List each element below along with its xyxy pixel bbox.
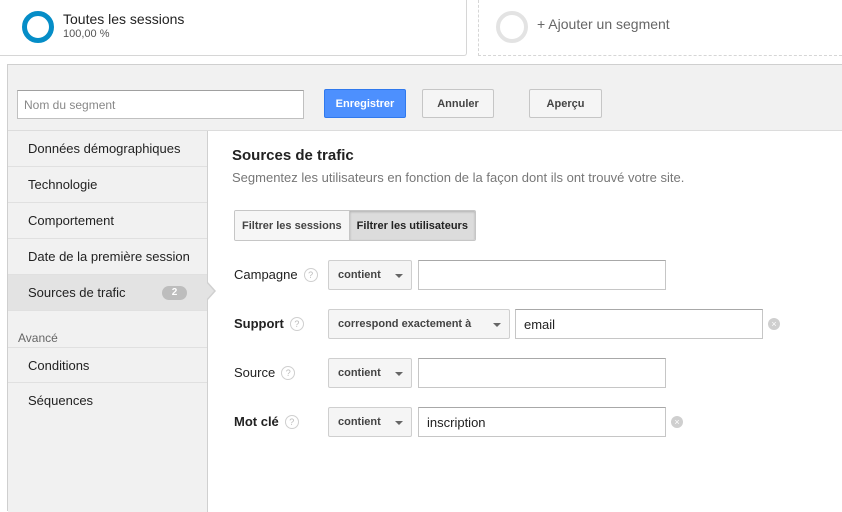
help-icon[interactable]: ? bbox=[289, 316, 304, 331]
sidebar-item-traffic-sources[interactable]: Sources de trafic 2 bbox=[8, 275, 207, 311]
sidebar-item-technology[interactable]: Technologie bbox=[8, 167, 207, 203]
help-icon[interactable]: ? bbox=[281, 365, 296, 380]
sidebar-item-conditions[interactable]: Conditions bbox=[8, 347, 207, 383]
sidebar-item-label: Technologie bbox=[28, 177, 98, 192]
condition-label-text: Source bbox=[234, 365, 276, 380]
condition-count-badge: 2 bbox=[162, 286, 187, 300]
condition-row-medium: Support? correspond exactement à × bbox=[208, 309, 842, 339]
operator-value: contient bbox=[338, 269, 381, 281]
condition-row-source: Source? contient bbox=[208, 358, 842, 388]
chevron-down-icon bbox=[493, 323, 501, 327]
segment-editor: Enregistrer Annuler Aperçu Données démog… bbox=[7, 64, 842, 512]
condition-label-text: Campagne bbox=[234, 267, 298, 282]
segment-name-input[interactable] bbox=[17, 90, 304, 119]
help-icon[interactable]: ? bbox=[303, 267, 318, 282]
sidebar-section-advanced: Avancé bbox=[18, 331, 58, 345]
chevron-down-icon bbox=[395, 372, 403, 376]
sidebar-item-label: Séquences bbox=[28, 393, 94, 408]
add-segment-slot[interactable]: + Ajouter un segment bbox=[478, 0, 842, 56]
editor-toolbar: Enregistrer Annuler Aperçu bbox=[8, 65, 842, 131]
empty-segment-ring-icon bbox=[496, 11, 528, 43]
condition-label-text: Support bbox=[234, 316, 284, 331]
condition-value-input[interactable] bbox=[515, 309, 763, 339]
preview-button[interactable]: Aperçu bbox=[529, 89, 602, 118]
condition-row-keyword: Mot clé? contient × bbox=[208, 407, 842, 437]
operator-dropdown[interactable]: contient bbox=[328, 260, 412, 290]
chevron-down-icon bbox=[395, 421, 403, 425]
condition-row-campaign: Campagne? contient bbox=[208, 260, 842, 290]
condition-value-input[interactable] bbox=[418, 358, 666, 388]
clear-icon[interactable]: × bbox=[768, 318, 780, 330]
operator-value: contient bbox=[338, 416, 381, 428]
filter-toggle: Filtrer les sessions Filtrer les utilisa… bbox=[234, 210, 476, 241]
sidebar-item-label: Données démographiques bbox=[28, 141, 181, 156]
sidebar-nav: Données démographiques Technologie Compo… bbox=[8, 131, 208, 512]
help-icon[interactable]: ? bbox=[284, 414, 299, 429]
save-button[interactable]: Enregistrer bbox=[324, 89, 406, 118]
filter-sessions-button[interactable]: Filtrer les sessions bbox=[235, 211, 349, 240]
sidebar-item-first-session-date[interactable]: Date de la première session bbox=[8, 239, 207, 275]
condition-value-input[interactable] bbox=[418, 260, 666, 290]
sidebar-item-label: Date de la première session bbox=[28, 249, 190, 264]
sidebar-item-label: Conditions bbox=[28, 358, 90, 373]
add-segment-label[interactable]: + Ajouter un segment bbox=[537, 16, 670, 32]
condition-label-text: Mot clé bbox=[234, 414, 279, 429]
sidebar-item-label: Sources de trafic bbox=[28, 285, 126, 300]
condition-label: Support? bbox=[234, 316, 304, 331]
operator-dropdown[interactable]: correspond exactement à bbox=[328, 309, 510, 339]
chevron-down-icon bbox=[395, 274, 403, 278]
operator-dropdown[interactable]: contient bbox=[328, 358, 412, 388]
condition-label: Mot clé? bbox=[234, 414, 299, 429]
operator-value: contient bbox=[338, 367, 381, 379]
sidebar-item-behavior[interactable]: Comportement bbox=[8, 203, 207, 239]
segment-title: Toutes les sessions bbox=[63, 11, 185, 27]
sidebar-item-label: Comportement bbox=[28, 213, 114, 228]
segment-ring-icon bbox=[22, 11, 54, 43]
page-title: Sources de trafic bbox=[232, 147, 354, 164]
condition-label: Campagne? bbox=[234, 267, 318, 282]
cancel-button[interactable]: Annuler bbox=[422, 89, 494, 118]
clear-icon[interactable]: × bbox=[671, 416, 683, 428]
segment-card-all-sessions[interactable]: Toutes les sessions 100,00 % bbox=[0, 0, 467, 56]
sidebar-item-demographics[interactable]: Données démographiques bbox=[8, 131, 207, 167]
operator-value: correspond exactement à bbox=[338, 318, 472, 330]
page-subtitle: Segmentez les utilisateurs en fonction d… bbox=[232, 170, 685, 185]
filter-users-button[interactable]: Filtrer les utilisateurs bbox=[348, 211, 475, 240]
main-content: Sources de trafic Segmentez les utilisat… bbox=[208, 131, 842, 512]
condition-label: Source? bbox=[234, 365, 296, 380]
operator-dropdown[interactable]: contient bbox=[328, 407, 412, 437]
sidebar-item-sequences[interactable]: Séquences bbox=[8, 383, 207, 419]
segment-bar: Toutes les sessions 100,00 % + Ajouter u… bbox=[0, 0, 842, 62]
condition-value-input[interactable] bbox=[418, 407, 666, 437]
segment-percent: 100,00 % bbox=[63, 28, 110, 40]
